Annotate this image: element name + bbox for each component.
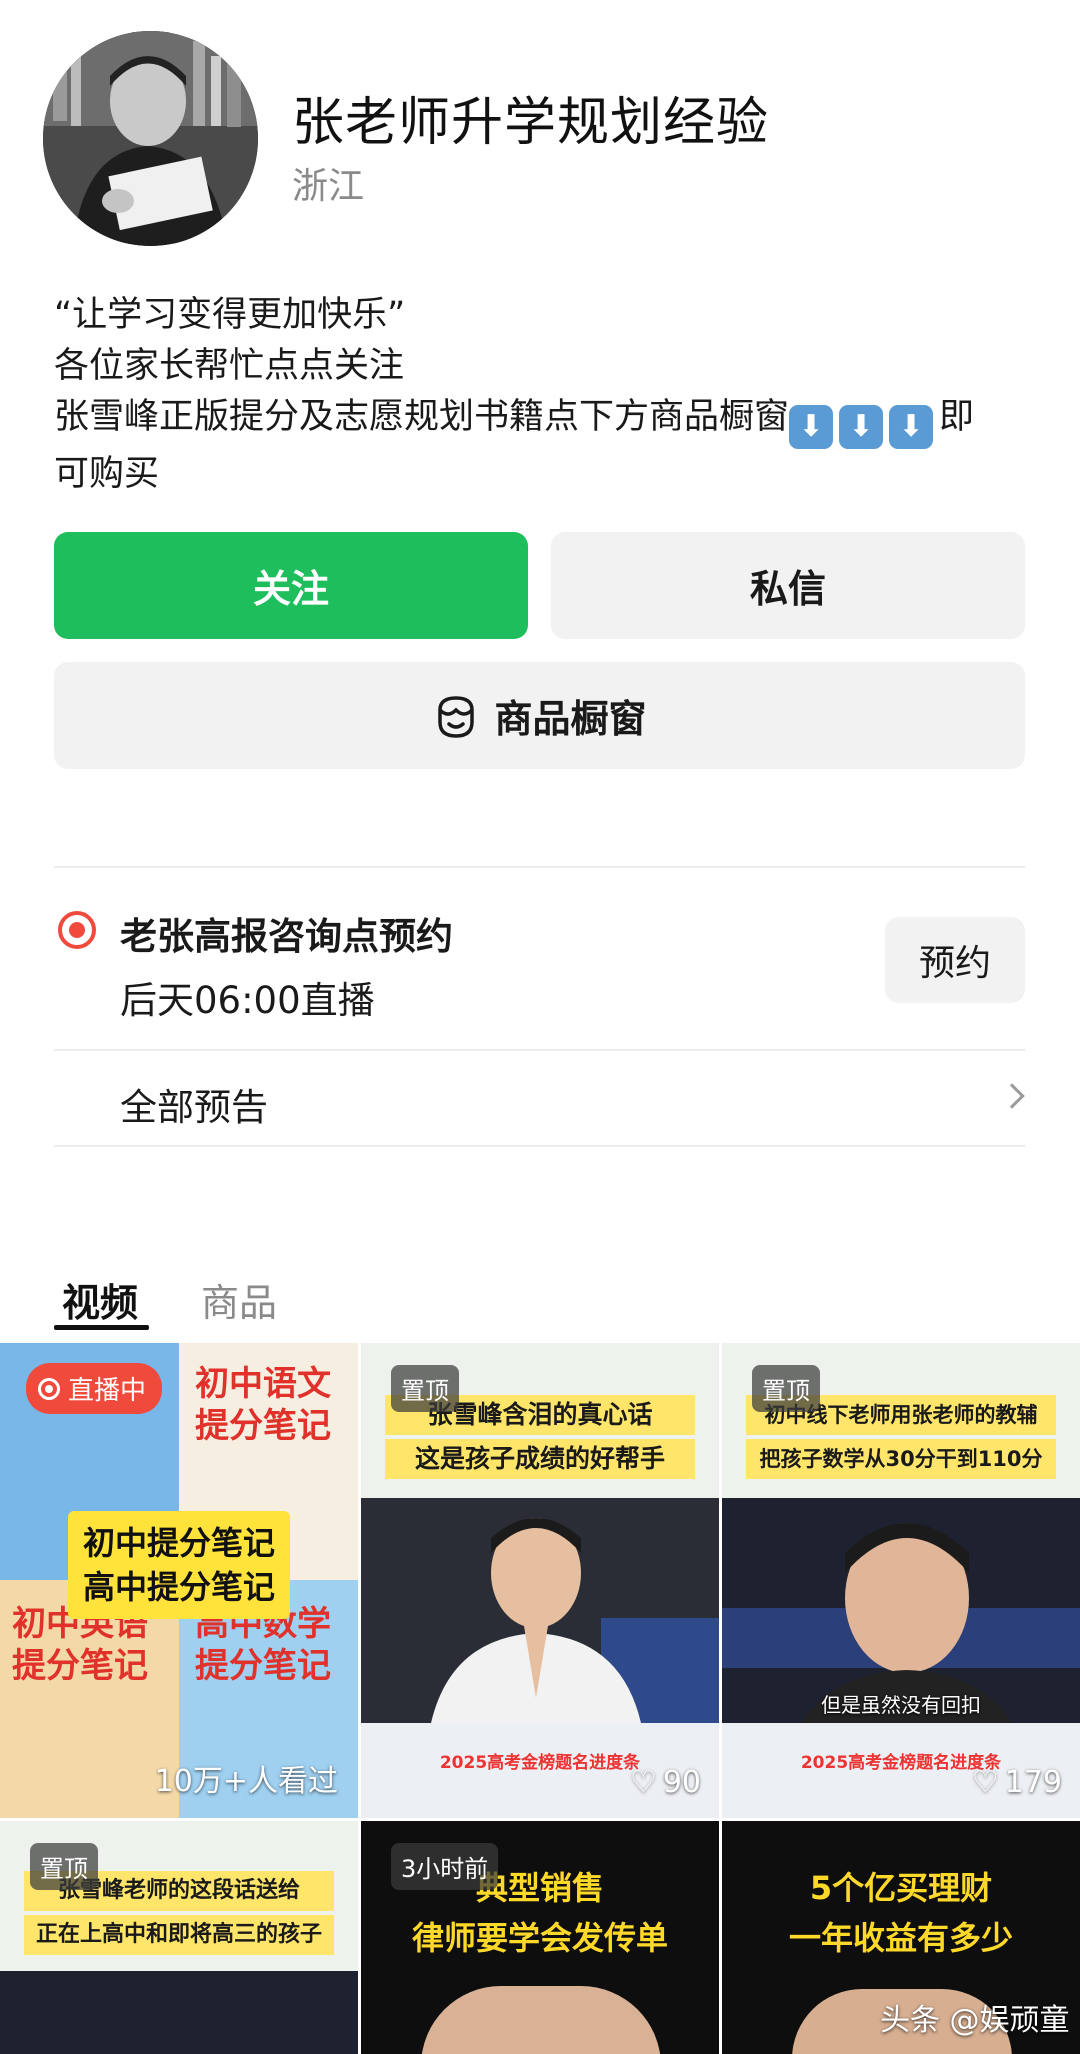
down-arrow-icon: ⬇ bbox=[889, 405, 934, 449]
live-badge: 直播中 bbox=[26, 1363, 163, 1414]
shop-window-button[interactable]: 商品橱窗 bbox=[54, 662, 1025, 769]
down-arrow-icon: ⬇ bbox=[839, 405, 884, 449]
like-count-value: 179 bbox=[1004, 1765, 1062, 1800]
video-thumbnail bbox=[361, 1498, 719, 1723]
bio-line-4: 可购买 bbox=[54, 454, 160, 494]
profile-name: 张老师升学规划经验 bbox=[292, 93, 770, 153]
live-time: 后天06:00直播 bbox=[120, 979, 375, 1022]
down-arrow-icon: ⬇ bbox=[789, 405, 834, 449]
video-subtitle: 但是虽然没有回扣 bbox=[821, 1693, 981, 1717]
pinned-badge: 置顶 bbox=[752, 1365, 820, 1412]
heart-icon: ♡ bbox=[971, 1765, 999, 1800]
tab-goods[interactable]: 商品 bbox=[201, 1272, 277, 1327]
message-button[interactable]: 私信 bbox=[551, 532, 1025, 639]
avatar[interactable] bbox=[43, 31, 258, 246]
video-item[interactable]: 初中线下老师用张老师的教辅 把孩子数学从30分干到110分 但是虽然没有回扣 2… bbox=[722, 1343, 1080, 1818]
bio-line-1: “让学习变得更加快乐” bbox=[54, 295, 406, 335]
reserve-button[interactable]: 预约 bbox=[885, 917, 1025, 1003]
person-thumbnail bbox=[361, 1498, 719, 1723]
shop-window-icon bbox=[438, 695, 475, 738]
bio-line-2: 各位家长帮忙点点关注 bbox=[54, 346, 405, 386]
live-badge-label: 直播中 bbox=[68, 1376, 147, 1406]
live-icon bbox=[38, 1377, 60, 1400]
message-button-label: 私信 bbox=[749, 567, 826, 611]
profile-bio: “让学习变得更加快乐” 各位家长帮忙点点关注 张雪峰正版提分及志愿规划书籍点下方… bbox=[54, 290, 1034, 500]
video-item[interactable]: 典型销售 律师要学会发传单 3小时前 bbox=[361, 1821, 719, 2054]
divider bbox=[54, 1049, 1025, 1051]
shop-window-label: 商品橱窗 bbox=[494, 697, 647, 741]
promo-banner: 初中提分笔记 高中提分笔记 bbox=[68, 1511, 290, 1619]
active-tab-indicator bbox=[54, 1325, 149, 1330]
reserve-button-label: 预约 bbox=[918, 943, 991, 984]
all-preview-link[interactable]: 全部预告 bbox=[120, 1077, 268, 1131]
follow-button-label: 关注 bbox=[252, 567, 329, 611]
time-badge: 3小时前 bbox=[391, 1843, 499, 1890]
video-grid: 初中语文 提分笔记 初中英语 提分笔记 高中数学 提分笔记 初中提分笔记 高中提… bbox=[0, 1343, 1080, 2054]
divider bbox=[54, 866, 1025, 868]
promo-banner-line: 初中提分笔记 bbox=[82, 1524, 275, 1562]
follow-button[interactable]: 关注 bbox=[54, 532, 528, 639]
like-count-value: 90 bbox=[662, 1765, 701, 1800]
book-title: 初中语文 提分笔记 bbox=[195, 1363, 331, 1447]
video-caption: 正在上高中和即将高三的孩子 bbox=[24, 1915, 334, 1955]
view-count: 10万+人看过 bbox=[154, 1764, 338, 1799]
video-item[interactable]: 初中语文 提分笔记 初中英语 提分笔记 高中数学 提分笔记 初中提分笔记 高中提… bbox=[0, 1343, 358, 1818]
video-title: 5个亿买理财 bbox=[809, 1869, 993, 1907]
book-title-line: 提分笔记 bbox=[195, 1406, 331, 1446]
watermark: 头条 @娱顽童 bbox=[880, 2003, 1070, 2038]
like-count: ♡ 90 bbox=[630, 1765, 701, 1800]
live-title: 老张高报咨询点预约 bbox=[120, 915, 453, 958]
pinned-badge: 置顶 bbox=[30, 1843, 98, 1890]
video-caption: 把孩子数学从30分干到110分 bbox=[746, 1439, 1056, 1479]
bio-line-3-tail: 即 bbox=[939, 397, 975, 437]
chevron-right-icon bbox=[999, 1083, 1025, 1109]
profile-region: 浙江 bbox=[292, 166, 365, 207]
video-title: 律师要学会发传单 bbox=[411, 1919, 668, 1957]
live-icon bbox=[58, 911, 96, 949]
heart-icon: ♡ bbox=[629, 1765, 657, 1800]
divider bbox=[54, 1145, 1025, 1147]
bio-line-3-text: 张雪峰正版提分及志愿规划书籍点下方商品橱窗 bbox=[54, 397, 790, 437]
video-thumbnail bbox=[421, 1986, 661, 2054]
promo-banner-line: 高中提分笔记 bbox=[82, 1568, 275, 1606]
book-title-line: 提分笔记 bbox=[12, 1646, 148, 1686]
video-title: 一年收益有多少 bbox=[788, 1919, 1013, 1957]
book-title-line: 初中语文 bbox=[195, 1364, 331, 1404]
pinned-badge: 置顶 bbox=[391, 1365, 459, 1412]
video-item[interactable]: 张雪峰老师的这段话送给 正在上高中和即将高三的孩子 置顶 bbox=[0, 1821, 358, 2054]
tab-video[interactable]: 视频 bbox=[62, 1272, 138, 1327]
video-thumbnail bbox=[0, 1971, 358, 2054]
book-title-line: 提分笔记 bbox=[195, 1646, 331, 1686]
video-item[interactable]: 张雪峰含泪的真心话 这是孩子成绩的好帮手 2025高考金榜题名进度条 置顶 ♡ 9… bbox=[361, 1343, 719, 1818]
video-caption: 这是孩子成绩的好帮手 bbox=[385, 1439, 695, 1479]
like-count: ♡ 179 bbox=[972, 1765, 1062, 1800]
bio-line-3: 张雪峰正版提分及志愿规划书籍点下方商品橱窗 ⬇ ⬇ ⬇ 即 bbox=[54, 392, 1034, 449]
